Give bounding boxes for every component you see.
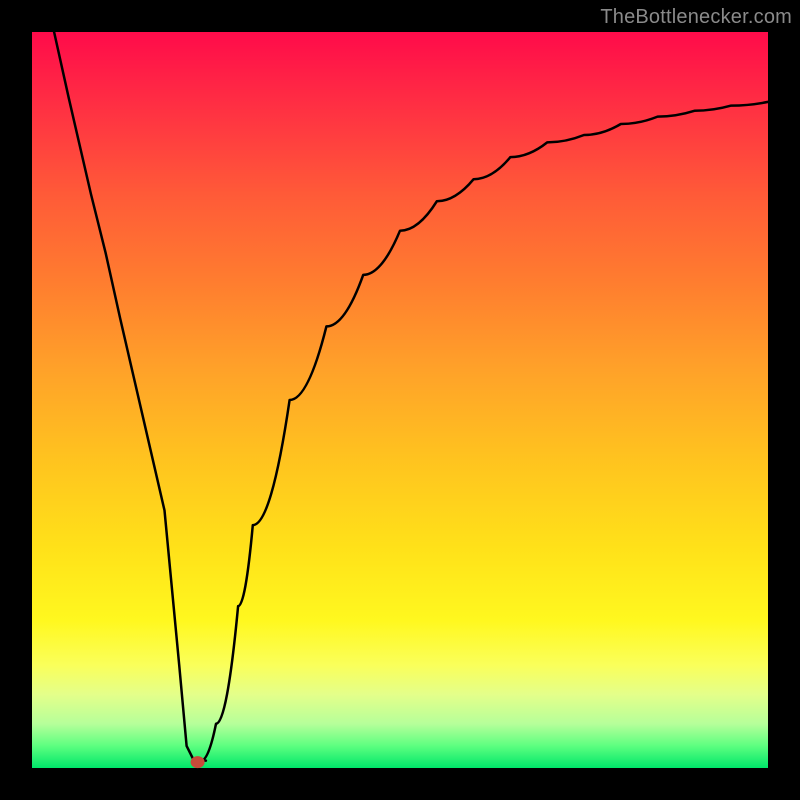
plot-area xyxy=(32,32,768,768)
chart-frame: TheBottlenecker.com xyxy=(0,0,800,800)
optimal-point-marker xyxy=(191,756,205,768)
bottleneck-curve xyxy=(54,32,768,761)
watermark-text: TheBottlenecker.com xyxy=(600,6,792,29)
chart-svg xyxy=(32,32,768,768)
